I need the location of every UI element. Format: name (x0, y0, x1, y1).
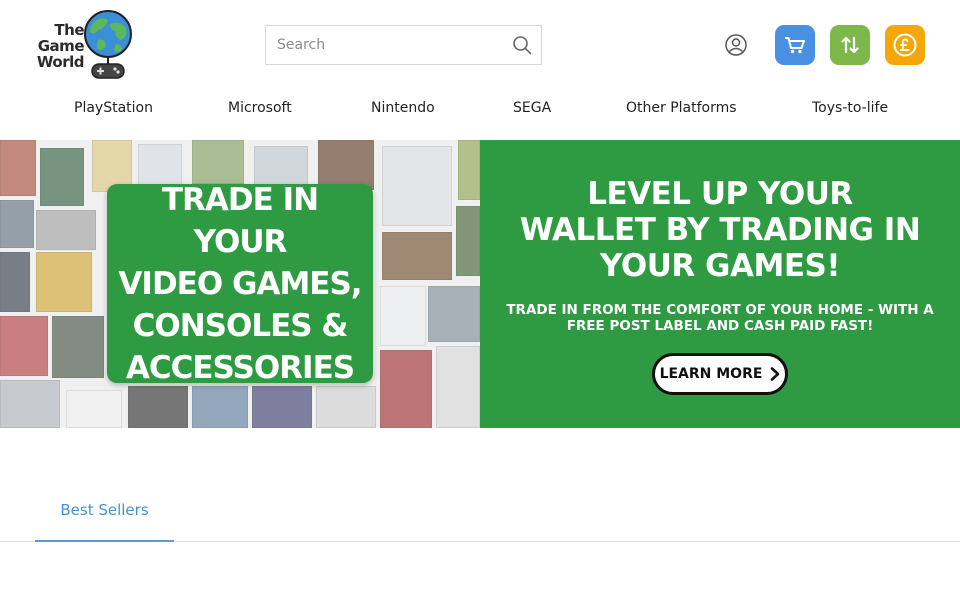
globe-controller-icon (84, 10, 132, 79)
trade-in-card[interactable]: TRADE IN YOUR VIDEO GAMES, CONSOLES & AC… (107, 182, 373, 386)
game-covers-collage: TRADE IN YOUR VIDEO GAMES, CONSOLES & AC… (0, 140, 480, 428)
search-box (265, 25, 542, 65)
site-logo[interactable]: The Game World (34, 10, 134, 82)
nav-item-sega[interactable]: SEGA (513, 100, 551, 116)
cart-icon (785, 37, 805, 54)
trade-button[interactable] (830, 25, 870, 65)
promo-title: LEVEL UP YOUR WALLET BY TRADING IN YOUR … (519, 176, 921, 284)
site-header: The Game World (0, 0, 960, 92)
nav-item-playstation[interactable]: PlayStation (74, 100, 153, 116)
nav-item-microsoft[interactable]: Microsoft (228, 100, 292, 116)
logo-wordmark: The Game World (36, 21, 85, 71)
hero-banner[interactable]: TRADE IN YOUR VIDEO GAMES, CONSOLES & AC… (0, 140, 960, 428)
search-input[interactable] (266, 26, 506, 64)
learn-more-button[interactable]: LEARN MORE (652, 353, 788, 395)
nav-item-nintendo[interactable]: Nintendo (371, 100, 435, 116)
swap-arrows-icon (841, 36, 859, 54)
nav-item-other-platforms[interactable]: Other Platforms (626, 100, 737, 116)
pound-icon (893, 33, 917, 57)
tab-best-sellers[interactable]: Best Sellers (35, 480, 174, 542)
currency-button[interactable] (885, 25, 925, 65)
search-icon[interactable] (512, 35, 532, 55)
promo-subtitle: TRADE IN FROM THE COMFORT OF YOUR HOME -… (506, 302, 934, 334)
platform-nav: PlayStation Microsoft Nintendo SEGA Othe… (0, 100, 960, 132)
basket-button[interactable] (775, 25, 815, 65)
trade-in-heading: TRADE IN YOUR VIDEO GAMES, CONSOLES & AC… (118, 181, 362, 386)
product-tabs: Best Sellers (0, 480, 960, 542)
user-icon[interactable] (725, 34, 747, 56)
learn-more-label: LEARN MORE (659, 366, 763, 382)
chevron-right-icon (771, 367, 780, 381)
nav-item-toys-to-life[interactable]: Toys-to-life (812, 100, 888, 116)
